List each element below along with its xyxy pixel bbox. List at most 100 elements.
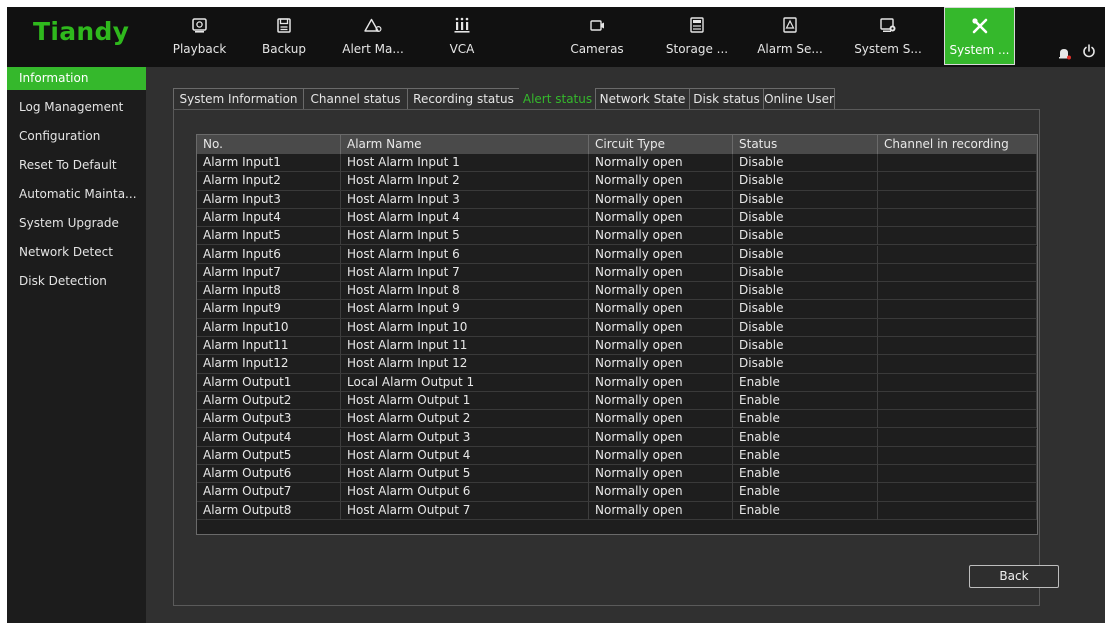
table-row[interactable]: Alarm Output3 Host Alarm Output 2 Normally… <box>197 410 1037 429</box>
cell-status: Enable <box>733 446 878 465</box>
cell-no: Alarm Output3 <box>197 410 341 429</box>
table-row[interactable]: Alarm Input5 Host Alarm Input 5 Normally o… <box>197 227 1037 246</box>
cell-alarm-name: Host Alarm Input 11 <box>341 337 589 355</box>
cell-status: Disable <box>733 355 878 374</box>
tab-bar: System Information Channel status Record… <box>173 88 835 109</box>
table-row[interactable]: Alarm Input4 Host Alarm Input 4 Normally o… <box>197 208 1037 228</box>
column-header-circuit-type[interactable]: Circuit Type <box>589 135 733 154</box>
cell-circuit-type: Normally open <box>589 227 733 246</box>
cell-no: Alarm Output5 <box>197 446 341 465</box>
nav-backup[interactable]: Backup <box>259 7 309 65</box>
table-row[interactable]: Alarm Output7 Host Alarm Output 6 Normally… <box>197 483 1037 502</box>
cell-no: Alarm Input10 <box>197 318 341 337</box>
table-row[interactable]: Alarm Input1 Host Alarm Input 1 Normally o… <box>197 154 1037 173</box>
tab-channel-status[interactable]: Channel status <box>303 88 408 109</box>
table-row[interactable]: Alarm Input3 Host Alarm Input 3 Normally o… <box>197 190 1037 209</box>
alert-status-panel: No. Alarm Name Circuit Type Status Chann… <box>173 109 1059 606</box>
table-row[interactable]: Alarm Output4 Host Alarm Output 3 Normally… <box>197 428 1037 447</box>
tab-disk-status[interactable]: Disk status <box>689 88 764 109</box>
cell-status: Disable <box>733 190 878 209</box>
cell-channel-in-recording <box>878 337 1037 355</box>
cell-circuit-type: Normally open <box>589 391 733 410</box>
cell-status: Disable <box>733 337 878 355</box>
nav-playback[interactable]: Playback <box>171 7 228 65</box>
tab-alert-status[interactable]: Alert status <box>519 88 596 109</box>
cell-channel-in-recording <box>878 318 1037 337</box>
tab-online-user[interactable]: Online User <box>763 88 835 109</box>
sidebar-item-system-upgrade[interactable]: System Upgrade <box>7 212 146 235</box>
cell-status: Disable <box>733 245 878 264</box>
table-row[interactable]: Alarm Input9 Host Alarm Input 9 Normally o… <box>197 300 1037 319</box>
cell-no: Alarm Input11 <box>197 337 341 355</box>
alarm-settings-icon <box>757 16 823 34</box>
bell-icon[interactable] <box>1058 45 1071 64</box>
nav-system-maintenance[interactable]: System ... <box>944 7 1015 65</box>
tab-network-state[interactable]: Network State <box>595 88 690 109</box>
table-row[interactable]: Alarm Input10 Host Alarm Input 10 Normally… <box>197 318 1037 337</box>
nav-system-settings[interactable]: System S... <box>853 7 923 65</box>
tab-recording-status[interactable]: Recording status <box>407 88 520 109</box>
column-header-alarm-name[interactable]: Alarm Name <box>341 135 589 154</box>
cell-channel-in-recording <box>878 465 1037 484</box>
cell-circuit-type: Normally open <box>589 282 733 301</box>
column-header-no[interactable]: No. <box>197 135 341 154</box>
sidebar-item-log-management[interactable]: Log Management <box>7 96 146 119</box>
table-row[interactable]: Alarm Input12 Host Alarm Input 12 Normally… <box>197 355 1037 374</box>
system-settings-icon <box>853 16 923 34</box>
table-row[interactable]: Alarm Output5 Host Alarm Output 4 Normally… <box>197 446 1037 466</box>
table-row[interactable]: Alarm Output2 Host Alarm Output 1 Normally… <box>197 391 1037 411</box>
storage-icon <box>662 16 732 34</box>
nav-cameras[interactable]: Cameras <box>567 7 627 65</box>
nav-alarm-settings[interactable]: Alarm Se... <box>757 7 823 65</box>
cell-alarm-name: Host Alarm Output 7 <box>341 501 589 520</box>
cell-status: Enable <box>733 428 878 447</box>
tab-system-information[interactable]: System Information <box>173 88 304 109</box>
cell-circuit-type: Normally open <box>589 373 733 392</box>
top-navigation-bar: Tiandy Playback Backup Alert Ma... VCA C… <box>7 7 1105 67</box>
cell-channel-in-recording <box>878 190 1037 209</box>
cell-alarm-name: Host Alarm Input 6 <box>341 245 589 264</box>
cell-channel-in-recording <box>878 391 1037 410</box>
column-header-channel-in-recording[interactable]: Channel in recording <box>878 135 1037 154</box>
sidebar-item-disk-detection[interactable]: Disk Detection <box>7 270 146 293</box>
nav-vca[interactable]: VCA <box>439 7 485 65</box>
cell-channel-in-recording <box>878 154 1037 172</box>
sidebar: Information Log Management Configuration… <box>7 67 146 623</box>
cell-no: Alarm Output4 <box>197 428 341 447</box>
cell-circuit-type: Normally open <box>589 172 733 191</box>
sidebar-item-information[interactable]: Information <box>7 67 146 90</box>
cell-status: Disable <box>733 300 878 319</box>
cell-no: Alarm Input5 <box>197 227 341 246</box>
cell-circuit-type: Normally open <box>589 208 733 227</box>
sidebar-item-network-detect[interactable]: Network Detect <box>7 241 146 264</box>
power-icon[interactable] <box>1082 43 1096 62</box>
sidebar-item-automatic-maintenance[interactable]: Automatic Mainta... <box>7 183 146 206</box>
cell-alarm-name: Host Alarm Output 4 <box>341 446 589 465</box>
cell-alarm-name: Host Alarm Output 3 <box>341 428 589 447</box>
column-header-status[interactable]: Status <box>733 135 878 154</box>
vca-icon <box>439 16 485 34</box>
sidebar-item-configuration[interactable]: Configuration <box>7 125 146 148</box>
app-window: Tiandy Playback Backup Alert Ma... VCA C… <box>7 7 1105 623</box>
cell-status: Disable <box>733 172 878 191</box>
nav-storage[interactable]: Storage ... <box>662 7 732 65</box>
cell-circuit-type: Normally open <box>589 446 733 465</box>
cell-circuit-type: Normally open <box>589 428 733 447</box>
cell-channel-in-recording <box>878 282 1037 301</box>
cell-no: Alarm Output1 <box>197 373 341 392</box>
table-row[interactable]: Alarm Input11 Host Alarm Input 11 Normally… <box>197 337 1037 356</box>
table-row[interactable]: Alarm Input8 Host Alarm Input 8 Normally o… <box>197 282 1037 301</box>
sidebar-item-reset-to-default[interactable]: Reset To Default <box>7 154 146 177</box>
cell-status: Disable <box>733 282 878 301</box>
cell-status: Disable <box>733 227 878 246</box>
table-row[interactable]: Alarm Output1 Local Alarm Output 1 Normall… <box>197 373 1037 392</box>
back-button[interactable]: Back <box>969 565 1059 588</box>
table-row[interactable]: Alarm Output8 Host Alarm Output 7 Normally… <box>197 501 1037 520</box>
main-content: System Information Channel status Record… <box>146 67 1105 623</box>
table-row[interactable]: Alarm Input7 Host Alarm Input 7 Normally o… <box>197 263 1037 283</box>
table-row[interactable]: Alarm Input2 Host Alarm Input 2 Normally o… <box>197 172 1037 191</box>
nav-alert-management[interactable]: Alert Ma... <box>340 7 406 65</box>
table-row[interactable]: Alarm Input6 Host Alarm Input 6 Normally o… <box>197 245 1037 264</box>
cell-no: Alarm Input6 <box>197 245 341 264</box>
table-row[interactable]: Alarm Output6 Host Alarm Output 5 Normally… <box>197 465 1037 484</box>
